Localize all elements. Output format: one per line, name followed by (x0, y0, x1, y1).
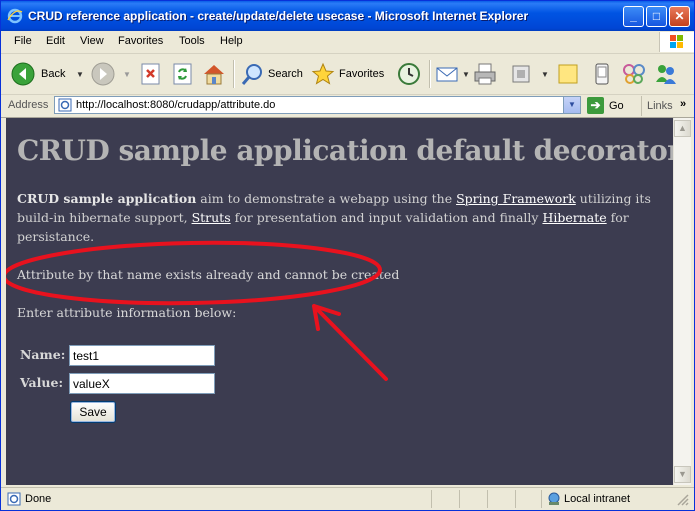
favorites-label: Favorites (339, 68, 385, 80)
edit-page-icon (512, 65, 530, 83)
page-content: CRUD sample application default decorato… (6, 118, 673, 485)
print-button[interactable] (473, 60, 499, 88)
refresh-icon (173, 63, 192, 85)
window-title: CRUD reference application - create/upda… (28, 9, 529, 23)
links-button[interactable] (622, 60, 646, 88)
toolbar: Back ▼ ▼ Search Favorites ▼ ▼ (1, 54, 694, 95)
scroll-down-icon[interactable]: ▼ (674, 466, 691, 483)
toolbar-separator (233, 60, 235, 88)
favorites-button[interactable]: Favorites (311, 60, 389, 88)
annotation-ellipse (6, 240, 382, 306)
favorites-star-icon (311, 62, 335, 85)
home-icon (204, 65, 224, 85)
menu-view[interactable]: View (80, 35, 104, 47)
resize-grip-icon[interactable] (676, 491, 690, 507)
address-dropdown-icon[interactable]: ▼ (563, 97, 580, 113)
menu-bar: File Edit View Favorites Tools Help (1, 31, 694, 54)
back-button[interactable]: Back (11, 60, 71, 88)
home-button[interactable] (202, 60, 226, 88)
scroll-up-icon[interactable]: ▲ (674, 120, 691, 137)
messenger-people-icon (656, 65, 676, 84)
note-icon (558, 64, 578, 84)
mail-icon (436, 67, 458, 82)
printer-icon (474, 63, 496, 85)
status-pane (459, 490, 486, 508)
status-pane (487, 490, 514, 508)
address-input[interactable]: http://localhost:8080/crudapp/attribute.… (54, 96, 581, 114)
page-icon (58, 98, 72, 112)
mail-dropdown-icon[interactable]: ▼ (462, 70, 470, 79)
status-pane (431, 490, 458, 508)
address-url: http://localhost:8080/crudapp/attribute.… (76, 99, 276, 111)
links-label: Links (647, 100, 673, 112)
menu-tools[interactable]: Tools (179, 35, 205, 47)
messenger-button[interactable] (654, 60, 682, 88)
edit-dropdown-icon[interactable]: ▼ (541, 70, 549, 79)
edit-button[interactable] (509, 60, 533, 88)
back-label: Back (41, 68, 66, 80)
search-button[interactable]: Search (241, 60, 305, 88)
annotation-arrow (312, 304, 388, 381)
ie-logo-icon (7, 8, 23, 24)
security-zone: Local intranet (541, 490, 672, 508)
history-button[interactable] (397, 60, 421, 88)
annotation-overlay (6, 240, 388, 381)
back-dropdown-icon[interactable]: ▼ (76, 70, 84, 79)
go-label: Go (609, 100, 624, 112)
chevron-right-icon: » (680, 98, 687, 110)
discuss-button[interactable] (556, 60, 580, 88)
menu-help[interactable]: Help (220, 35, 243, 47)
address-bar: Address http://localhost:8080/crudapp/at… (1, 95, 694, 118)
title-bar[interactable]: CRUD reference application - create/upda… (1, 1, 694, 31)
address-label: Address (8, 99, 49, 111)
forward-arrow-icon (91, 62, 115, 86)
browser-window: CRUD reference application - create/upda… (0, 0, 695, 511)
stop-icon (141, 63, 160, 85)
forward-button[interactable] (91, 60, 115, 88)
menu-favorites[interactable]: Favorites (118, 35, 163, 47)
butterfly-icon (623, 64, 645, 84)
menu-file[interactable]: File (14, 35, 32, 47)
search-label: Search (268, 68, 303, 80)
zone-text: Local intranet (564, 493, 631, 505)
handheld-device-icon (595, 63, 609, 85)
research-button[interactable] (590, 60, 614, 88)
refresh-button[interactable] (171, 60, 195, 88)
history-icon (398, 63, 420, 85)
status-text: Done (25, 493, 52, 505)
toolbar-separator (429, 60, 431, 88)
maximize-button[interactable]: □ (646, 6, 667, 27)
minimize-button[interactable]: _ (623, 6, 644, 27)
search-icon (241, 64, 262, 85)
status-pane (515, 490, 540, 508)
vertical-scrollbar[interactable]: ▲ ▼ (673, 118, 691, 485)
go-arrow-icon: ➔ (587, 97, 604, 114)
back-arrow-icon (11, 62, 35, 86)
menu-edit[interactable]: Edit (46, 35, 65, 47)
forward-dropdown-icon[interactable]: ▼ (123, 70, 131, 79)
status-bar: Done Local intranet (1, 487, 694, 510)
windows-logo-icon (659, 32, 694, 52)
mail-button[interactable] (435, 60, 459, 88)
close-button[interactable]: ✕ (669, 6, 690, 27)
intranet-globe-icon (548, 492, 560, 505)
page-done-icon (7, 492, 21, 506)
stop-button[interactable] (139, 60, 163, 88)
links-toolbar[interactable]: Links » (641, 96, 694, 116)
